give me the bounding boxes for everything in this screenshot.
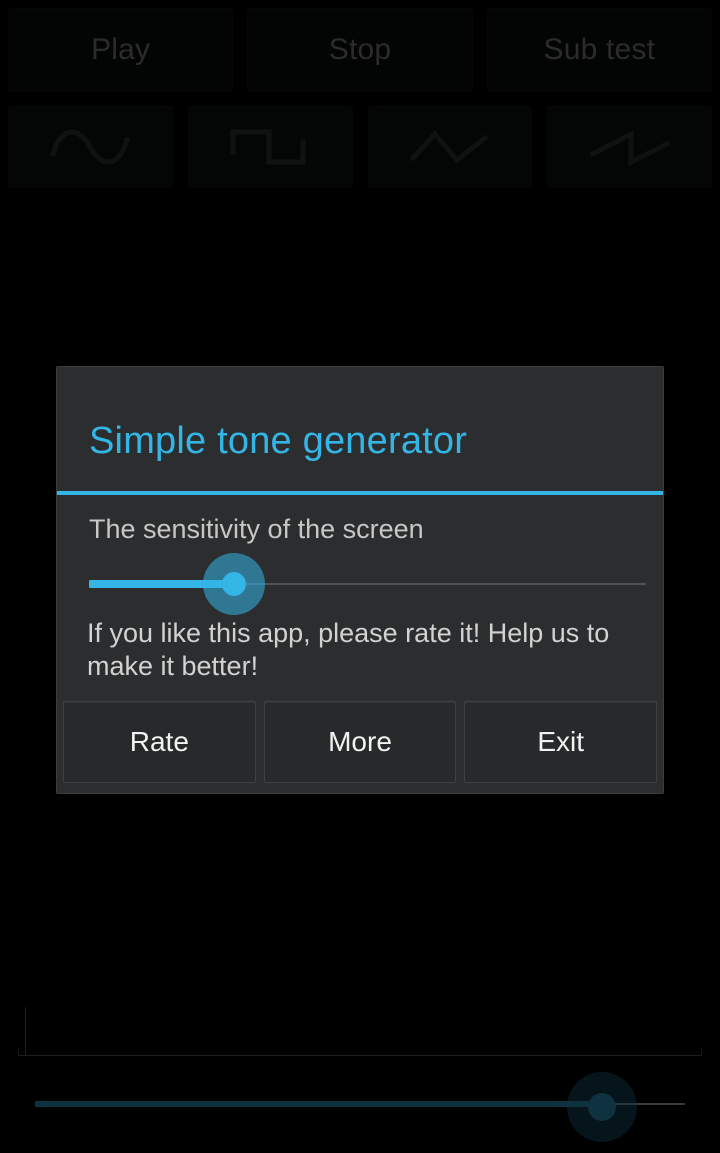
dialog-button-row: Rate More Exit: [57, 683, 663, 793]
exit-button-label: Exit: [537, 726, 585, 758]
rate-button[interactable]: Rate: [63, 701, 256, 784]
sensitivity-slider-thumb[interactable]: [222, 572, 246, 597]
rate-button-label: Rate: [129, 726, 189, 758]
dialog-title-area: Simple tone generator: [57, 367, 663, 491]
rate-message: If you like this app, please rate it! He…: [87, 618, 610, 682]
simple-tone-generator-dialog: Simple tone generator The sensitivity of…: [56, 366, 664, 795]
sensitivity-slider[interactable]: [57, 551, 663, 617]
more-button[interactable]: More: [263, 701, 457, 784]
sensitivity-label: The sensitivity of the screen: [89, 513, 424, 544]
more-button-label: More: [328, 726, 392, 758]
dialog-body: The sensitivity of the screen If you lik…: [57, 495, 663, 793]
dialog-title: Simple tone generator: [89, 420, 468, 462]
exit-button[interactable]: Exit: [464, 701, 658, 784]
